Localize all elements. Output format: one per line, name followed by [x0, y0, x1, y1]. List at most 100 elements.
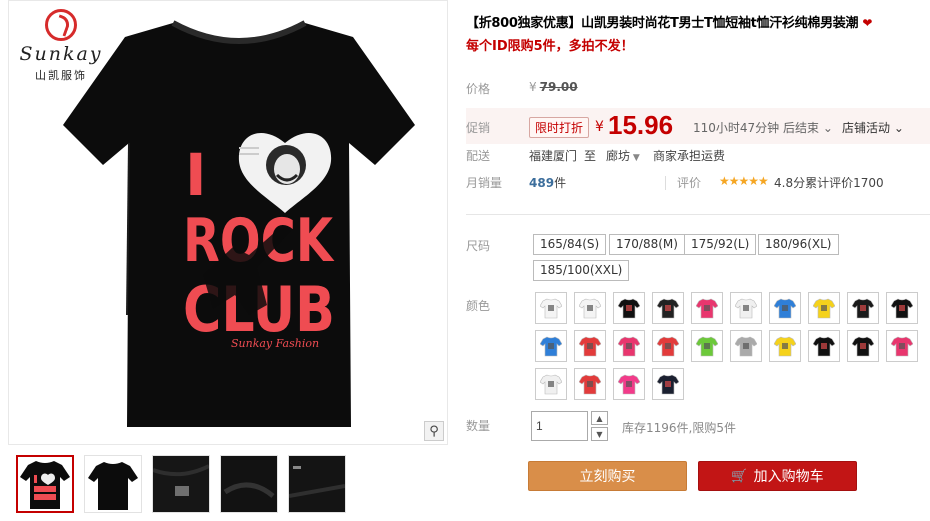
thumbnail-fabric-detail[interactable]	[220, 455, 278, 513]
stock-info: 库存1196件,限购5件	[622, 421, 736, 435]
thumbnail-hem-detail[interactable]	[288, 455, 346, 513]
quantity-increase-button[interactable]: ▲	[591, 411, 608, 425]
sales-row: 月销量 489件 评价 ★★★★★ 4.8分累计评价1700	[466, 174, 930, 194]
add-to-cart-button[interactable]: 🛒 加入购物车	[698, 461, 857, 491]
tshirt-icon	[735, 298, 757, 319]
product-subtitle: 每个ID限购5件，多拍不发！	[466, 39, 634, 54]
color-swatch[interactable]	[652, 292, 684, 324]
tshirt-icon	[735, 336, 757, 357]
color-swatch[interactable]	[808, 330, 840, 362]
thumbnail-front-print[interactable]	[16, 455, 74, 513]
color-swatch[interactable]	[574, 330, 606, 362]
tshirt-icon	[618, 336, 640, 357]
color-swatch[interactable]	[574, 368, 606, 400]
promo-currency: ¥	[595, 119, 604, 135]
color-swatch[interactable]	[652, 330, 684, 362]
print-text-sunkay: Sunkay Fashion	[231, 337, 319, 350]
color-swatch[interactable]	[613, 292, 645, 324]
color-label: 颜色	[466, 299, 491, 313]
tshirt-icon	[657, 374, 679, 395]
rating-summary[interactable]: 4.8分累计评价1700	[774, 174, 884, 191]
ship-from: 福建厦门	[529, 149, 578, 163]
color-swatch[interactable]	[730, 330, 762, 362]
ship-to-dropdown[interactable]: 廊坊 ▼	[606, 147, 640, 164]
size-option-m[interactable]: 170/88(M)	[609, 234, 685, 255]
size-option-s[interactable]: 165/84(S)	[533, 234, 607, 255]
section-divider	[466, 214, 930, 215]
color-swatch[interactable]	[730, 292, 762, 324]
color-swatch[interactable]	[535, 292, 567, 324]
tshirt-icon	[696, 298, 718, 319]
color-swatch[interactable]	[847, 330, 879, 362]
caret-down-icon: ▼	[630, 153, 640, 163]
tshirt-icon	[891, 336, 913, 357]
quantity-label: 数量	[466, 419, 491, 433]
promo-countdown[interactable]: 110小时47分钟 后结束 ⌄	[693, 119, 833, 136]
price-row: 价格 ¥79.00	[466, 80, 930, 100]
shipping-fee: 商家承担运费	[653, 149, 726, 163]
promo-price: 15.96	[608, 110, 674, 140]
color-swatch[interactable]	[808, 292, 840, 324]
size-label: 尺码	[466, 239, 491, 253]
tshirt-icon	[891, 298, 913, 319]
color-swatch[interactable]	[652, 368, 684, 400]
color-swatch[interactable]	[574, 292, 606, 324]
original-price: ¥79.00	[529, 80, 578, 94]
tshirt-icon	[540, 298, 562, 319]
tshirt-icon	[813, 336, 835, 357]
tshirt-icon	[657, 336, 679, 357]
promo-tag: 限时打折	[529, 117, 590, 138]
tshirt-icon	[813, 298, 835, 319]
thumbnail-label-detail[interactable]	[152, 455, 210, 513]
color-swatch[interactable]	[886, 330, 918, 362]
shop-activity-label: 店铺活动	[842, 121, 891, 135]
size-option-xl[interactable]: 180/96(XL)	[758, 234, 839, 255]
color-swatch[interactable]	[613, 368, 645, 400]
currency-symbol: ¥	[529, 80, 537, 94]
price-label: 价格	[466, 82, 491, 96]
product-title: 【折800独家优惠】山凯男装时尚花T男士T恤短袖t恤汗衫纯棉男装潮 ❤	[466, 12, 930, 31]
color-swatch[interactable]	[613, 330, 645, 362]
sales-label: 月销量	[466, 176, 503, 190]
color-swatch[interactable]	[769, 292, 801, 324]
shipping-label: 配送	[466, 149, 491, 163]
quantity-decrease-button[interactable]: ▼	[591, 427, 608, 441]
color-swatch[interactable]	[691, 330, 723, 362]
main-product-image[interactable]: Sunkay 山凯服饰 I ROCK CLUB Sunkay Fashion ⚲	[8, 0, 448, 445]
tshirt-icon	[774, 298, 796, 319]
shipping-row: 配送 福建厦门 至 廊坊 ▼ 商家承担运费	[466, 147, 930, 167]
tshirt-icon	[774, 336, 796, 357]
thumbnail-back[interactable]	[84, 455, 142, 513]
color-swatch[interactable]	[535, 330, 567, 362]
size-option-l[interactable]: 175/92(L)	[684, 234, 757, 255]
tshirt-icon	[657, 298, 679, 319]
tshirt-icon	[618, 298, 640, 319]
tshirt-icon	[540, 374, 562, 395]
color-swatch[interactable]	[886, 292, 918, 324]
countdown-text: 110小时47分钟 后结束	[693, 121, 819, 135]
size-option-xxl[interactable]: 185/100(XXL)	[533, 260, 630, 281]
buy-now-label: 立刻购买	[579, 469, 636, 485]
ship-to-text: 廊坊	[606, 149, 631, 163]
thumbnail-list	[16, 455, 346, 513]
tshirt-icon	[852, 298, 874, 319]
original-price-value: 79.00	[539, 80, 578, 94]
zoom-icon[interactable]: ⚲	[424, 421, 444, 441]
product-gallery: Sunkay 山凯服饰 I ROCK CLUB Sunkay Fashion ⚲	[8, 0, 448, 521]
color-swatch[interactable]	[691, 292, 723, 324]
color-swatch[interactable]	[847, 292, 879, 324]
tshirt-icon	[579, 336, 601, 357]
quantity-input[interactable]	[531, 411, 588, 441]
product-title-text: 【折800独家优惠】山凯男装时尚花T男士T恤短袖t恤汗衫纯棉男装潮	[466, 16, 859, 31]
ship-separator: 至	[584, 149, 597, 163]
color-swatch[interactable]	[769, 330, 801, 362]
color-swatch[interactable]	[535, 368, 567, 400]
shop-activity-dropdown[interactable]: 店铺活动 ⌄	[842, 119, 904, 136]
rating-label: 评价	[677, 176, 702, 190]
buy-now-button[interactable]: 立刻购买	[528, 461, 687, 491]
tshirt-icon	[540, 336, 562, 357]
add-to-cart-label: 加入购物车	[753, 469, 824, 485]
promo-label: 促销	[466, 121, 491, 135]
cart-icon: 🛒	[731, 468, 748, 484]
print-text-i: I	[185, 141, 207, 209]
